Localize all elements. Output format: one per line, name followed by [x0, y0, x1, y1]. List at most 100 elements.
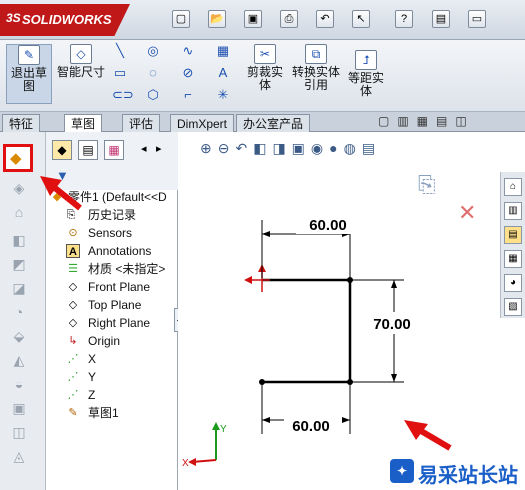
extrude-tool-highlight[interactable]: ◆ [3, 144, 33, 172]
tree-item-history[interactable]: 历史记录 [88, 206, 136, 224]
tab-sketch[interactable]: 草图 [64, 114, 103, 132]
save-icon[interactable]: ▣ [244, 10, 262, 28]
property-manager-tab-icon[interactable]: ▤ [78, 140, 98, 160]
tree-item-top-plane[interactable]: Top Plane [88, 296, 141, 314]
command-tabs: 特征 草图 评估 DimXpert 办公室产品 ▢▥▦▤◫ [0, 112, 525, 132]
circle-icon[interactable]: ◎ [145, 44, 161, 58]
point-icon[interactable]: ✳ [215, 88, 231, 102]
pattern-icon[interactable]: ⬙ [9, 328, 29, 346]
convert-entities-button[interactable]: ⧉ 转换实体引用 [292, 44, 340, 92]
sketch-icon: ✎ [68, 407, 78, 419]
home-icon[interactable]: ⌂ [504, 178, 522, 196]
filter-icon[interactable]: ▼ [56, 168, 72, 184]
file-explorer-icon[interactable]: ▤ [504, 226, 522, 244]
tree-item-sensors[interactable]: Sensors [88, 224, 132, 242]
appearances-icon[interactable]: ◕ [504, 274, 522, 292]
draft-icon[interactable]: ◒ [9, 376, 29, 394]
offset-label: 等距实体 [347, 71, 384, 98]
trim-entities-button[interactable]: ✂ 剪裁实体 [243, 44, 287, 92]
tab-evaluate[interactable]: 评估 [122, 114, 161, 132]
view-palette-icon[interactable]: ▦ [504, 250, 522, 268]
coordinate-triad: Y X [182, 422, 227, 469]
polygon-icon[interactable]: ⬡ [145, 88, 161, 102]
triad-y-label: Y [220, 424, 227, 435]
ellipse-icon[interactable]: ⊘ [180, 66, 196, 80]
convert-icon: ⧉ [305, 44, 327, 64]
custom-properties-icon[interactable]: ▧ [504, 298, 522, 316]
tree-item-sketch1[interactable]: 草图1 [88, 404, 119, 422]
exit-sketch-button[interactable]: ✎ 退出草图 [6, 44, 52, 104]
watermark: ✦ 易采站长站 [386, 455, 525, 490]
smart-dimension-button[interactable]: ◇ 智能尺寸 [56, 44, 106, 79]
tree-item-x[interactable]: X [88, 350, 96, 368]
tab-office-products[interactable]: 办公室产品 [236, 114, 311, 132]
tree-item-z[interactable]: Z [88, 386, 95, 404]
select-icon[interactable]: ↖ [352, 10, 370, 28]
line-icon[interactable]: ╲ [112, 44, 128, 58]
dimension-right-value[interactable]: 70.00 [373, 316, 411, 333]
tab-scroll-right-icon[interactable]: ▸ [156, 142, 162, 155]
convert-label: 转换实体引用 [292, 65, 341, 92]
ds-logo-icon: 3S [6, 11, 21, 25]
fillet-icon[interactable]: ⌐ [180, 88, 196, 102]
axis-icon: ⋰ [67, 371, 79, 383]
fillet-feature-icon[interactable]: ◔ [9, 304, 29, 322]
text-icon[interactable]: A [215, 66, 231, 80]
sketch-origin-icon [244, 264, 270, 292]
dimension-right[interactable]: 70.00 [352, 279, 420, 383]
revolve-icon[interactable]: ◈ [9, 180, 29, 198]
tree-item-annotations[interactable]: Annotations [88, 242, 151, 260]
open-file-icon[interactable]: 📂 [208, 10, 226, 28]
undo-icon[interactable]: ↶ [316, 10, 334, 28]
feature-tree-tab-icon[interactable]: ◆ [52, 140, 72, 160]
print-icon[interactable]: ⎙ [280, 10, 298, 28]
config-manager-tab-icon[interactable]: ▦ [104, 140, 124, 160]
sweep-icon[interactable]: ⌂ [9, 204, 29, 222]
triad-x-label: X [182, 458, 189, 469]
task-pane: ⌂ ▥ ▤ ▦ ◕ ▧ [500, 172, 525, 318]
tab-features[interactable]: 特征 [2, 114, 41, 132]
view-icons[interactable]: ▢▥▦▤◫ [378, 114, 475, 128]
slot-icon[interactable]: ⊂⊃ [112, 88, 134, 102]
tree-item-right-plane[interactable]: Right Plane [88, 314, 150, 332]
options-icon[interactable]: ▤ [432, 10, 450, 28]
cut-extrude-icon[interactable]: ◧ [9, 232, 29, 250]
cut-revolve-icon[interactable]: ◩ [9, 256, 29, 274]
tree-item-front-plane[interactable]: Front Plane [88, 278, 150, 296]
design-library-icon[interactable]: ▥ [504, 202, 522, 220]
tree-item-y[interactable]: Y [88, 368, 96, 386]
extrude-icon: ◆ [10, 150, 22, 167]
material-icon: ☰ [68, 263, 78, 275]
tab-dimxpert[interactable]: DimXpert [170, 114, 235, 132]
shell-icon[interactable]: ▣ [9, 400, 29, 418]
tab-scroll-left-icon[interactable]: ◂ [141, 142, 147, 155]
arc-icon[interactable]: ◌ [145, 66, 161, 80]
offset-icon: ⮥ [355, 50, 377, 70]
offset-entities-button[interactable]: ⮥ 等距实体 [344, 50, 388, 98]
tree-item-material[interactable]: 材质 <未指定> [88, 260, 165, 278]
new-file-icon[interactable]: ▢ [172, 10, 190, 28]
grid-icon[interactable]: ▦ [215, 44, 231, 58]
plane-icon: ◇ [68, 299, 78, 311]
sketch-canvas: 60.00 70.00 60.00 Y X [182, 212, 420, 469]
dimension-top[interactable]: 60.00 [261, 212, 354, 278]
trim-label: 剪裁实体 [246, 65, 283, 92]
help-icon[interactable]: ? [395, 10, 413, 28]
cut-sweep-icon[interactable]: ◪ [9, 280, 29, 298]
sketch-geometry [259, 277, 353, 385]
dimension-bottom[interactable]: 60.00 [261, 384, 351, 436]
watermark-text: 易采站长站 [418, 465, 518, 487]
spline-icon[interactable]: ∿ [180, 44, 196, 58]
mirror-icon[interactable]: ◫ [9, 424, 29, 442]
tree-root-part[interactable]: 零件1 (Default<<D [68, 188, 167, 206]
plane-icon: ◇ [68, 317, 78, 329]
dimension-bottom-value[interactable]: 60.00 [292, 418, 330, 435]
reference-geometry-icon[interactable]: ◬ [9, 448, 29, 466]
rib-icon[interactable]: ◭ [9, 352, 29, 370]
rectangle-icon[interactable]: ▭ [112, 66, 128, 80]
command-manager: ✎ 退出草图 ◇ 智能尺寸 ╲ ◎ ∿ ▦ ▭ ◌ ⊘ A ⊂⊃ ⬡ ⌐ ✳ ✂… [0, 40, 525, 112]
window-icon[interactable]: ▭ [468, 10, 486, 28]
part-icon: ◆ [52, 191, 62, 203]
tree-item-origin[interactable]: Origin [88, 332, 120, 350]
dimension-top-value[interactable]: 60.00 [309, 217, 347, 234]
